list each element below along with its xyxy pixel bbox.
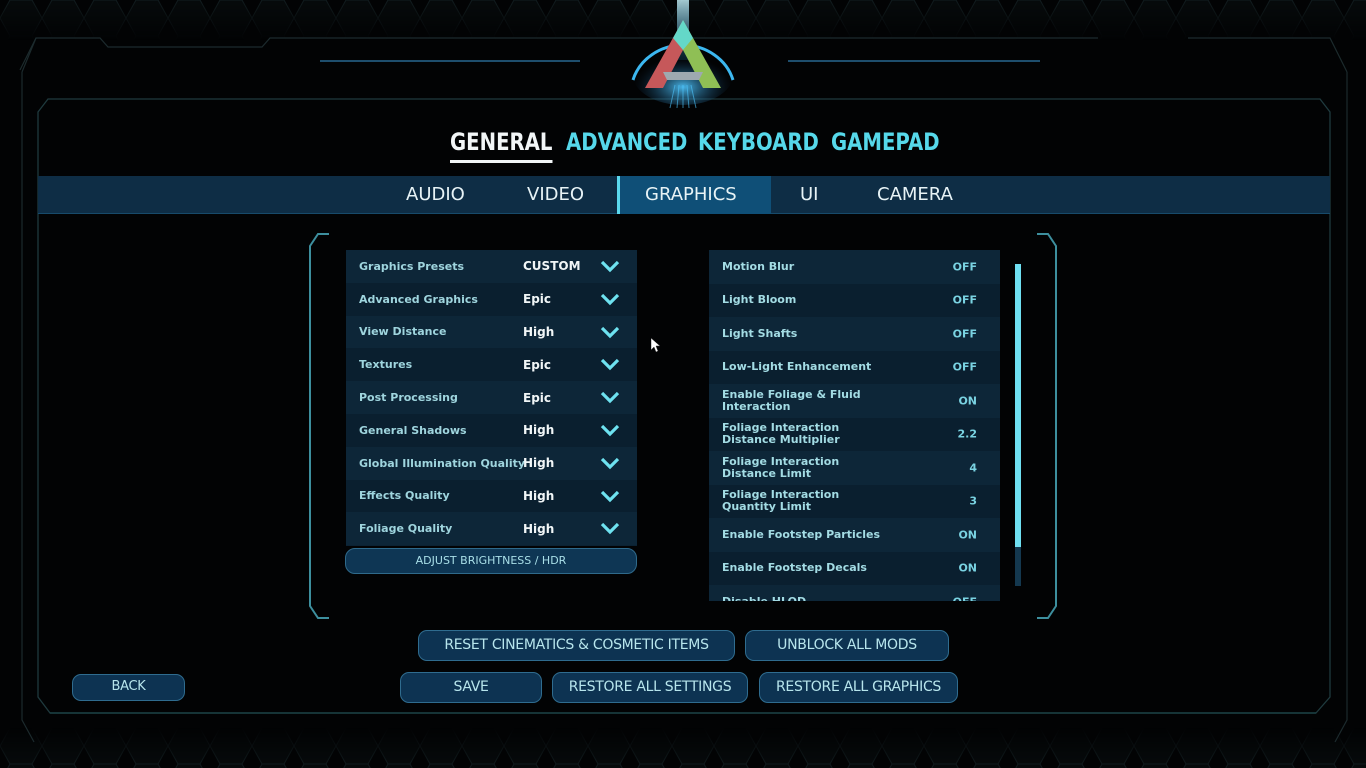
toggle-row[interactable]: Foliage Interaction Distance Multiplier 2…: [709, 417, 1000, 451]
main-tabs: GENERAL ADVANCED KEYBOARD GAMEPAD: [0, 126, 1366, 166]
setting-value: CUSTOM: [523, 259, 581, 274]
subtab-audio[interactable]: AUDIO: [406, 176, 465, 214]
setting-row[interactable]: Post Processing Epic: [346, 381, 637, 414]
save-button[interactable]: SAVE: [400, 672, 542, 703]
toggle-value[interactable]: 4: [969, 461, 977, 474]
tab-keyboard[interactable]: KEYBOARD: [698, 126, 819, 158]
setting-row[interactable]: Graphics Presets CUSTOM: [346, 250, 637, 283]
setting-value: High: [523, 456, 555, 471]
toggle-label: Low-Light Enhancement: [722, 360, 872, 374]
toggle-label: Light Bloom: [722, 293, 797, 307]
toggle-value[interactable]: ON: [958, 562, 977, 575]
chevron-down-icon[interactable]: [600, 258, 620, 274]
toggle-label: Enable Footstep Particles: [722, 527, 881, 541]
toggle-label: Foliage Interaction Distance Limit: [722, 454, 840, 480]
restore-all-graphics-button[interactable]: RESTORE ALL GRAPHICS: [759, 672, 958, 703]
setting-value: Epic: [523, 390, 552, 405]
toggle-value[interactable]: 3: [969, 495, 977, 508]
setting-row[interactable]: View Distance High: [346, 315, 637, 349]
tab-advanced[interactable]: ADVANCED: [566, 126, 687, 158]
adjust-brightness-button[interactable]: ADJUST BRIGHTNESS / HDR: [345, 548, 637, 574]
subtab-camera[interactable]: CAMERA: [877, 176, 953, 214]
chevron-down-icon[interactable]: [600, 488, 620, 504]
setting-label: Foliage Quality: [359, 522, 453, 536]
unblock-all-mods-button[interactable]: UNBLOCK ALL MODS: [745, 630, 949, 661]
graphics-toggles-panel: Motion Blur OFF Light Bloom OFF Light Shafts…: [709, 250, 1000, 601]
toggle-row[interactable]: Disable HLOD OFF: [709, 585, 1000, 601]
setting-value: High: [523, 324, 555, 339]
toggle-value[interactable]: OFF: [953, 260, 977, 273]
toggle-row[interactable]: Foliage Interaction Distance Limit 4: [709, 451, 1000, 485]
toggle-value[interactable]: OFF: [953, 294, 977, 307]
toggle-value[interactable]: ON: [958, 394, 977, 407]
toggle-row[interactable]: Light Shafts OFF: [709, 317, 1000, 351]
setting-row[interactable]: General Shadows High: [346, 414, 637, 447]
setting-value: High: [523, 423, 555, 438]
mouse-pointer-icon: [651, 338, 661, 352]
subtab-ui[interactable]: UI: [800, 176, 818, 214]
toggle-value[interactable]: OFF: [953, 327, 977, 340]
setting-row[interactable]: Effects Quality High: [346, 479, 637, 513]
reset-cinematics-button[interactable]: RESET CINEMATICS & COSMETIC ITEMS: [418, 630, 735, 661]
toggle-value[interactable]: 2.2: [958, 428, 978, 441]
scrollbar-track[interactable]: [1015, 264, 1021, 586]
setting-label: Post Processing: [359, 391, 458, 405]
toggle-label: Enable Foliage & Fluid Interaction: [722, 387, 861, 413]
toggle-label: Foliage Interaction Distance Multiplier: [722, 421, 840, 447]
setting-row[interactable]: Advanced Graphics Epic: [346, 282, 637, 316]
toggle-label: Foliage Interaction Quantity Limit: [722, 488, 840, 514]
toggle-row[interactable]: Low-Light Enhancement OFF: [709, 350, 1000, 384]
toggle-row[interactable]: Enable Footstep Decals ON: [709, 551, 1000, 585]
chevron-down-icon[interactable]: [600, 422, 620, 438]
setting-value: High: [523, 488, 555, 503]
back-button[interactable]: BACK: [72, 674, 185, 701]
setting-label: Advanced Graphics: [359, 292, 478, 306]
toggle-label: Light Shafts: [722, 326, 798, 340]
setting-row[interactable]: Textures Epic: [346, 348, 637, 382]
setting-label: Global Illumination Quality: [359, 456, 526, 470]
hex-pattern-bottom: [0, 728, 1366, 768]
chevron-down-icon[interactable]: [600, 291, 620, 307]
setting-label: Effects Quality: [359, 489, 450, 503]
restore-all-settings-button[interactable]: RESTORE ALL SETTINGS: [552, 672, 748, 703]
setting-label: General Shadows: [359, 423, 467, 437]
setting-row[interactable]: Global Illumination Quality High: [346, 446, 637, 480]
setting-label: Graphics Presets: [359, 259, 465, 273]
toggle-label: Motion Blur: [722, 259, 795, 273]
setting-value: Epic: [523, 357, 552, 372]
setting-row[interactable]: Foliage Quality High: [346, 512, 637, 546]
toggle-row[interactable]: Enable Foliage & Fluid Interaction ON: [709, 384, 1000, 418]
toggle-label: Disable HLOD: [722, 595, 892, 601]
setting-label: Textures: [359, 358, 413, 372]
tab-general[interactable]: GENERAL: [450, 126, 552, 163]
chevron-down-icon[interactable]: [600, 520, 620, 536]
graphics-quality-panel: Graphics Presets CUSTOM Advanced Graphics E…: [346, 250, 637, 546]
toggle-row[interactable]: Light Bloom OFF: [709, 283, 1000, 317]
ark-logo: [631, 0, 735, 109]
chevron-down-icon[interactable]: [600, 455, 620, 471]
toggle-value[interactable]: ON: [958, 528, 977, 541]
toggle-value[interactable]: OFF: [953, 595, 977, 601]
toggle-row[interactable]: Enable Footstep Particles ON: [709, 518, 1000, 552]
chevron-down-icon[interactable]: [600, 356, 620, 372]
subtab-graphics[interactable]: GRAPHICS: [617, 176, 771, 214]
toggle-row[interactable]: Foliage Interaction Quantity Limit 3: [709, 484, 1000, 518]
setting-value: Epic: [523, 292, 552, 307]
sub-tab-bar: AUDIO VIDEO GRAPHICS UI CAMERA: [38, 176, 1330, 214]
setting-label: View Distance: [359, 325, 447, 339]
toggle-label: Enable Footstep Decals: [722, 561, 867, 575]
toggle-value[interactable]: OFF: [953, 361, 977, 374]
tab-gamepad[interactable]: GAMEPAD: [831, 126, 940, 158]
setting-value: High: [523, 521, 555, 536]
subtab-video[interactable]: VIDEO: [527, 176, 584, 214]
toggle-row[interactable]: Motion Blur OFF: [709, 250, 1000, 284]
chevron-down-icon[interactable]: [600, 324, 620, 340]
scrollbar-thumb[interactable]: [1015, 264, 1021, 548]
chevron-down-icon[interactable]: [600, 389, 620, 405]
